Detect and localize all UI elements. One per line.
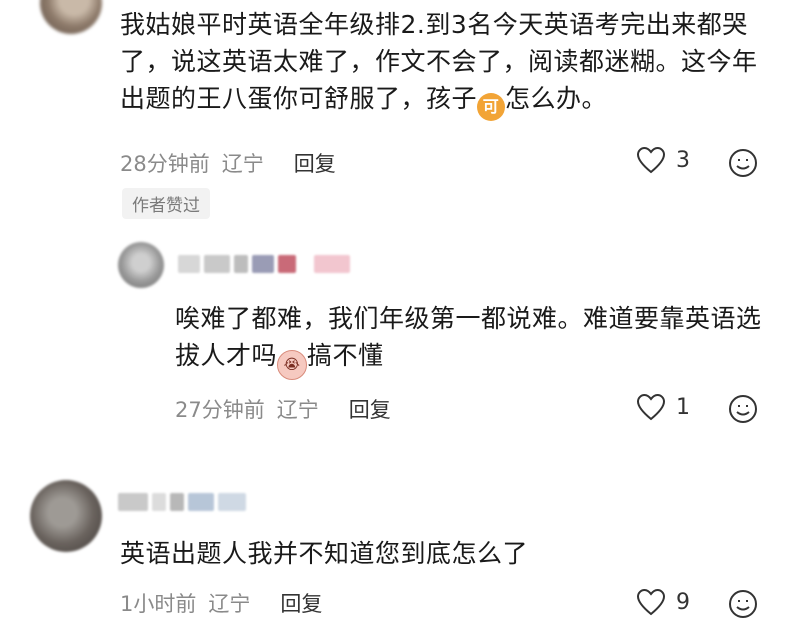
author-liked-badge: 作者赞过 (122, 188, 210, 219)
avatar[interactable] (118, 242, 164, 288)
heart-outline-icon (636, 588, 666, 616)
like-button[interactable]: 9 (636, 588, 690, 616)
comment-text: 我姑娘平时英语全年级排2.到3名今天英语考完出来都哭了，说这英语太难了，作文不会… (120, 10, 758, 113)
like-button[interactable]: 3 (636, 146, 690, 174)
comment-meta: 28分钟前 辽宁 回复 (120, 148, 336, 178)
like-count: 3 (676, 147, 690, 173)
ke-emoji-icon: 可 (477, 93, 506, 121)
reply-button[interactable]: 回复 (349, 394, 391, 424)
smiley-icon[interactable] (728, 589, 758, 619)
reply-text: 唉难了都难，我们年级第一都说难。难道要靠英语选拔人才吗 (175, 304, 762, 370)
like-button[interactable]: 1 (636, 393, 690, 421)
region: 辽宁 (208, 592, 251, 616)
timestamp: 28分钟前 (120, 152, 210, 176)
smiley-icon[interactable] (728, 148, 758, 178)
reply-button[interactable]: 回复 (280, 588, 322, 618)
comment-text-end: 怎么办。 (505, 84, 608, 113)
like-count: 9 (676, 589, 690, 615)
username-blurred (118, 493, 246, 511)
reply-text-end: 搞不懂 (307, 341, 384, 370)
avatar[interactable] (40, 0, 102, 34)
like-count: 1 (676, 394, 690, 420)
timestamp: 1小时前 (120, 592, 197, 616)
comment-body: 我姑娘平时英语全年级排2.到3名今天英语考完出来都哭了，说这英语太难了，作文不会… (120, 6, 760, 121)
heart-outline-icon (636, 393, 666, 421)
avatar[interactable] (30, 480, 102, 552)
crying-emoji-icon: 😭 (277, 350, 308, 380)
comment-meta: 1小时前 辽宁 回复 (120, 588, 322, 618)
region: 辽宁 (276, 398, 319, 422)
reply-meta: 27分钟前 辽宁 回复 (175, 394, 391, 424)
reply-body: 唉难了都难，我们年级第一都说难。难道要靠英语选拔人才吗 😭 搞不懂 (175, 300, 765, 380)
reply-button[interactable]: 回复 (294, 148, 336, 178)
comment-text: 英语出题人我并不知道您到底怎么了 (120, 539, 529, 568)
smiley-icon[interactable] (728, 394, 758, 424)
region: 辽宁 (221, 152, 264, 176)
timestamp: 27分钟前 (175, 398, 265, 422)
username-blurred (178, 255, 350, 273)
heart-outline-icon (636, 146, 666, 174)
comment-body: 英语出题人我并不知道您到底怎么了 (120, 535, 760, 572)
